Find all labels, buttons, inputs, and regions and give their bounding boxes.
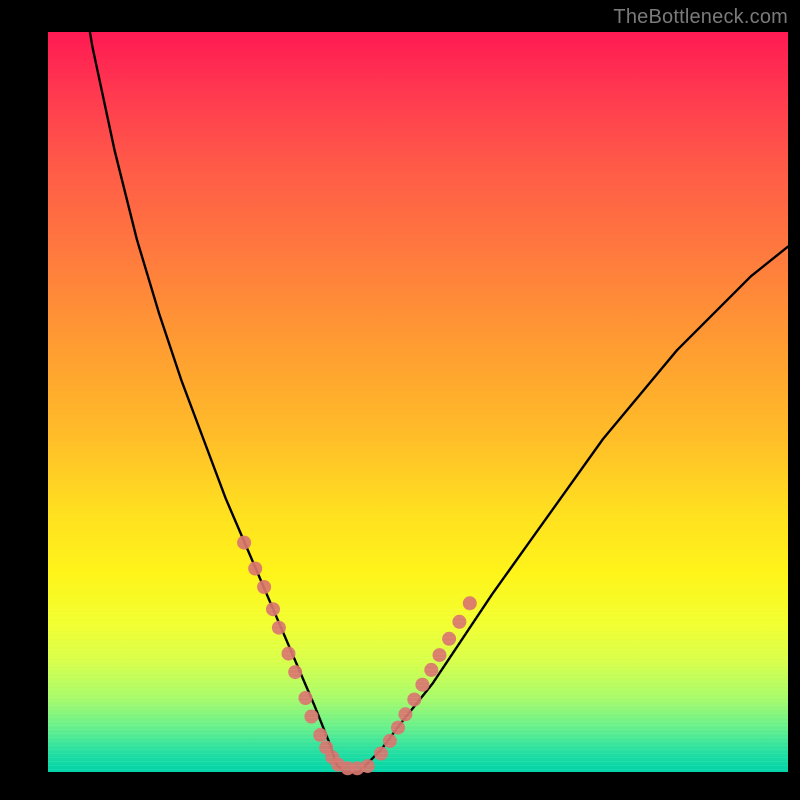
plot-area <box>48 32 788 772</box>
data-dot <box>463 596 477 610</box>
chart-frame: TheBottleneck.com <box>0 0 800 800</box>
dots-group <box>237 536 477 776</box>
bottleneck-curve <box>48 0 788 772</box>
data-dot <box>398 707 412 721</box>
data-dot <box>415 678 429 692</box>
data-dot <box>272 621 286 635</box>
data-dot <box>383 734 397 748</box>
data-dot <box>299 691 313 705</box>
data-dot <box>374 747 388 761</box>
data-dot <box>288 665 302 679</box>
data-dot <box>248 562 262 576</box>
chart-overlay <box>48 32 788 772</box>
data-dot <box>433 648 447 662</box>
data-dot <box>237 536 251 550</box>
data-dot <box>313 728 327 742</box>
data-dot <box>452 615 466 629</box>
curve-group <box>48 0 788 772</box>
data-dot <box>361 759 375 773</box>
data-dot <box>257 580 271 594</box>
data-dot <box>282 647 296 661</box>
data-dot <box>391 721 405 735</box>
data-dot <box>304 710 318 724</box>
data-dot <box>442 632 456 646</box>
watermark-text: TheBottleneck.com <box>613 6 788 29</box>
data-dot <box>424 663 438 677</box>
data-dot <box>266 602 280 616</box>
data-dot <box>407 693 421 707</box>
